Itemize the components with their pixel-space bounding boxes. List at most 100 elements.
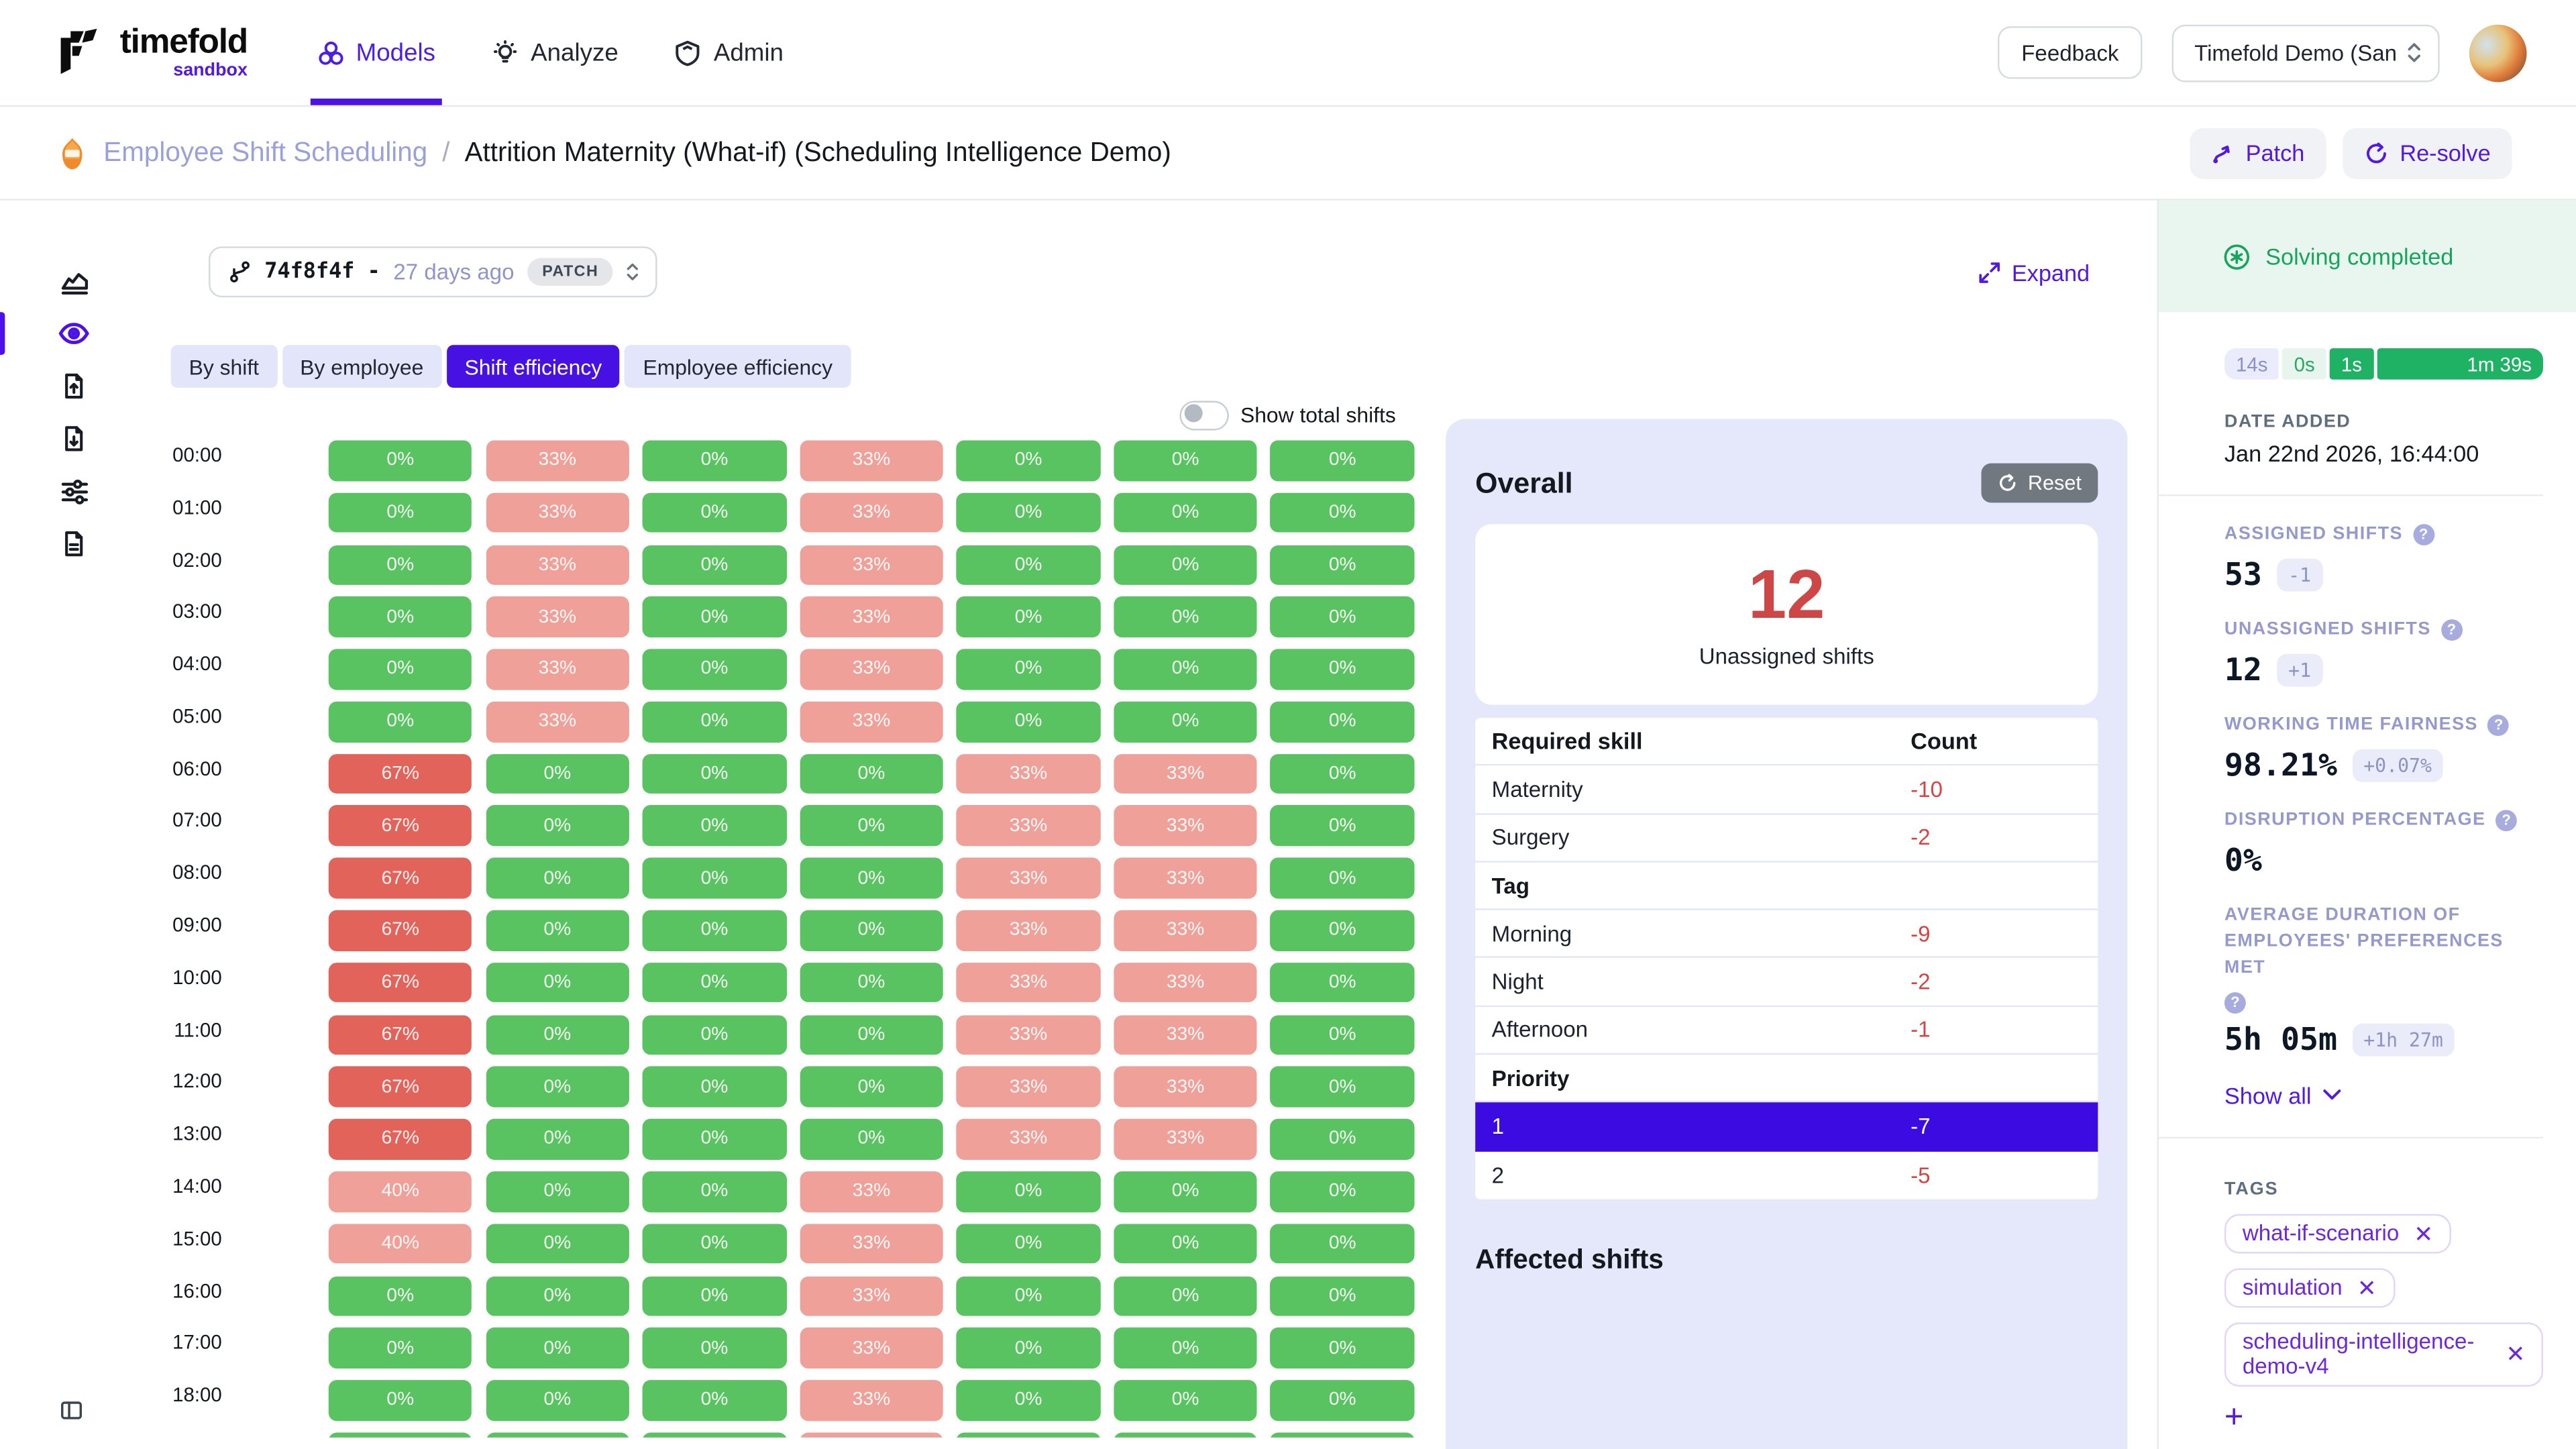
efficiency-cell[interactable]: 0% [643,806,786,846]
efficiency-cell[interactable]: 0% [486,1014,629,1055]
efficiency-cell[interactable]: 0% [329,597,472,637]
efficiency-cell[interactable]: 0% [486,1328,629,1368]
efficiency-cell[interactable]: 33% [486,492,629,533]
help-icon[interactable] [2440,620,2462,641]
efficiency-cell[interactable]: 0% [643,1276,786,1316]
efficiency-cell[interactable]: 0% [1271,1380,1414,1420]
efficiency-cell[interactable]: 0% [957,440,1100,480]
efficiency-cell[interactable]: 33% [800,1380,943,1420]
efficiency-cell[interactable]: 0% [329,545,472,585]
efficiency-cell[interactable]: 0% [1271,858,1414,898]
efficiency-cell[interactable]: 0% [1114,1432,1257,1438]
efficiency-cell[interactable]: 0% [329,701,472,741]
efficiency-cell[interactable]: 0% [1271,1224,1414,1264]
expand-button[interactable]: Expand [1977,259,2090,285]
efficiency-cell[interactable]: 0% [1271,1171,1414,1212]
efficiency-cell[interactable]: 33% [800,1276,943,1316]
efficiency-cell[interactable]: 0% [329,1380,472,1420]
efficiency-cell[interactable]: 67% [329,858,472,898]
efficiency-cell[interactable]: 0% [957,1171,1100,1212]
efficiency-cell[interactable]: 0% [643,1224,786,1264]
efficiency-cell[interactable]: 0% [643,1328,786,1368]
efficiency-cell[interactable]: 33% [486,597,629,637]
efficiency-cell[interactable]: 0% [957,597,1100,637]
efficiency-cell[interactable]: 0% [329,1328,472,1368]
efficiency-cell[interactable]: 0% [486,1432,629,1438]
efficiency-cell[interactable]: 0% [1271,753,1414,794]
efficiency-cell[interactable]: 0% [486,1380,629,1420]
show-all-button[interactable]: Show all [2224,1082,2543,1108]
tab-by-employee[interactable]: By employee [282,345,441,388]
help-icon[interactable] [2488,715,2510,737]
efficiency-cell[interactable]: 0% [800,806,943,846]
efficiency-cell[interactable]: 33% [957,1067,1100,1107]
efficiency-cell[interactable]: 33% [800,649,943,690]
resolve-button[interactable]: Re-solve [2343,127,2512,178]
efficiency-cell[interactable]: 0% [643,1119,786,1159]
efficiency-cell[interactable]: 0% [643,910,786,951]
efficiency-cell[interactable]: 0% [957,701,1100,741]
tab-by-shift[interactable]: By shift [171,345,277,388]
rail-item-upload[interactable] [0,360,148,412]
efficiency-cell[interactable]: 0% [800,1014,943,1055]
efficiency-cell[interactable]: 0% [957,1328,1100,1368]
remove-tag-button[interactable]: ✕ [2506,1341,2525,1367]
efficiency-cell[interactable]: 33% [1114,1014,1257,1055]
efficiency-cell[interactable]: 0% [486,1224,629,1264]
help-icon[interactable] [2413,525,2434,546]
efficiency-cell[interactable]: 0% [1271,545,1414,585]
efficiency-cell[interactable]: 0% [1271,701,1414,741]
efficiency-cell[interactable]: 0% [800,963,943,1003]
user-avatar[interactable] [2469,24,2527,82]
efficiency-cell[interactable]: 0% [329,1276,472,1316]
overall-table-row[interactable]: Morning-9 [1475,910,2098,959]
efficiency-cell[interactable]: 0% [643,440,786,480]
nav-item-analyze[interactable]: Analyze [491,0,618,105]
efficiency-cell[interactable]: 33% [800,1224,943,1264]
efficiency-cell[interactable]: 0% [1271,1432,1414,1438]
efficiency-cell[interactable]: 33% [800,1171,943,1212]
efficiency-cell[interactable]: 40% [329,1224,472,1264]
overall-table-row[interactable]: 2-5 [1475,1151,2098,1199]
efficiency-cell[interactable]: 0% [957,1276,1100,1316]
efficiency-cell[interactable]: 0% [486,1276,629,1316]
efficiency-cell[interactable]: 33% [957,806,1100,846]
tab-employee-efficiency[interactable]: Employee efficiency [625,345,851,388]
efficiency-cell[interactable]: 0% [800,753,943,794]
efficiency-cell[interactable]: 33% [800,492,943,533]
efficiency-cell[interactable]: 0% [1114,1380,1257,1420]
efficiency-cell[interactable]: 0% [1114,492,1257,533]
efficiency-cell[interactable]: 67% [329,910,472,951]
efficiency-cell[interactable]: 0% [486,1067,629,1107]
efficiency-cell[interactable]: 67% [329,806,472,846]
efficiency-cell[interactable]: 0% [1114,545,1257,585]
efficiency-cell[interactable]: 0% [486,1119,629,1159]
efficiency-cell[interactable]: 0% [1114,1328,1257,1368]
overall-table-row[interactable]: 1-7 [1475,1103,2098,1151]
efficiency-cell[interactable]: 33% [800,597,943,637]
efficiency-cell[interactable]: 0% [486,963,629,1003]
efficiency-cell[interactable]: 33% [1114,753,1257,794]
efficiency-cell[interactable]: 67% [329,1014,472,1055]
efficiency-cell[interactable]: 33% [486,701,629,741]
efficiency-cell[interactable]: 0% [329,1432,472,1438]
tab-shift-efficiency[interactable]: Shift efficiency [447,345,621,388]
efficiency-cell[interactable]: 0% [486,806,629,846]
rail-item-report[interactable] [0,517,148,570]
efficiency-cell[interactable]: 0% [957,1224,1100,1264]
rail-item-settings[interactable] [0,465,148,517]
efficiency-cell[interactable]: 0% [643,597,786,637]
efficiency-cell[interactable]: 0% [1271,649,1414,690]
efficiency-cell[interactable]: 0% [643,1067,786,1107]
efficiency-cell[interactable]: 0% [1114,649,1257,690]
efficiency-cell[interactable]: 0% [1271,492,1414,533]
efficiency-cell[interactable]: 0% [329,440,472,480]
efficiency-cell[interactable]: 0% [957,492,1100,533]
efficiency-cell[interactable]: 33% [957,753,1100,794]
efficiency-cell[interactable]: 33% [957,858,1100,898]
efficiency-cell[interactable]: 33% [1114,910,1257,951]
efficiency-cell[interactable]: 0% [800,1119,943,1159]
help-icon[interactable] [2224,991,2246,1013]
efficiency-cell[interactable]: 0% [643,1171,786,1212]
efficiency-cell[interactable]: 0% [486,753,629,794]
